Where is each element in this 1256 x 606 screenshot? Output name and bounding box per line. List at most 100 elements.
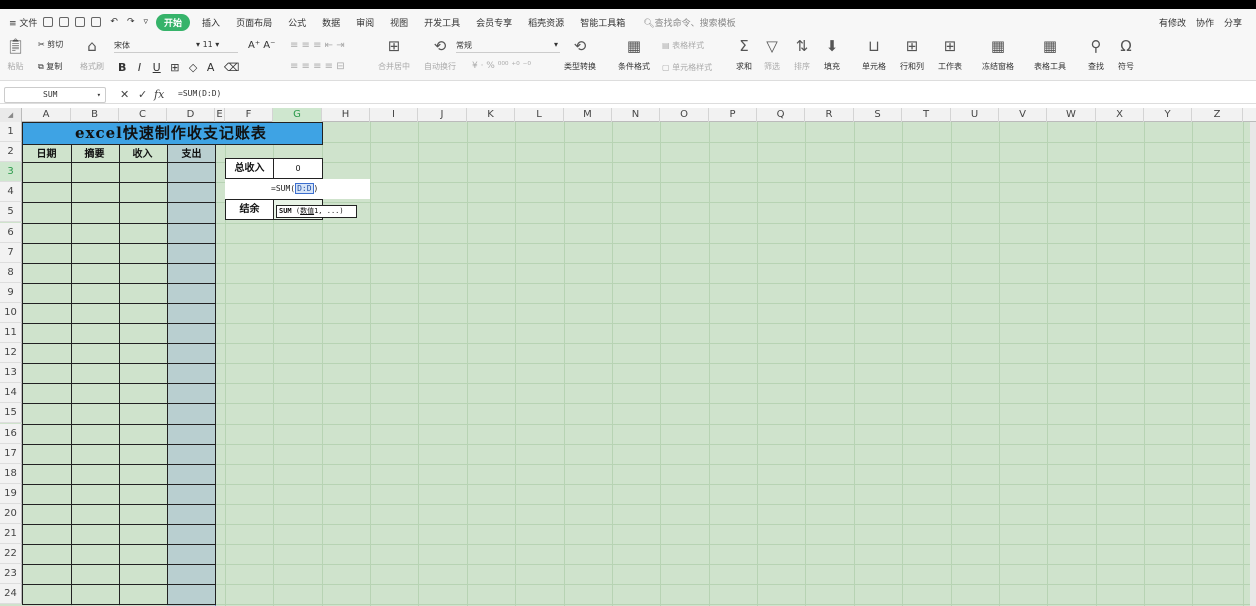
row-header-11[interactable]: 11 bbox=[0, 323, 22, 344]
column-header-q[interactable]: Q bbox=[757, 108, 805, 122]
column-header-v[interactable]: V bbox=[999, 108, 1047, 122]
freeze-panes-button[interactable]: ▦ 冻结窗格 bbox=[982, 38, 1014, 72]
confirm-icon[interactable]: ✓ bbox=[138, 88, 147, 101]
worksheet-button[interactable]: ⊞ 工作表 bbox=[938, 38, 962, 72]
bold-icon[interactable]: B bbox=[118, 61, 126, 74]
row-header-7[interactable]: 7 bbox=[0, 242, 22, 263]
row-header-4[interactable]: 4 bbox=[0, 182, 22, 203]
cell-button[interactable]: ⊔ 单元格 bbox=[862, 38, 886, 72]
align-bottom-group[interactable]: ≡ ≡ ≡ ≡ ⊟ bbox=[290, 61, 345, 72]
format-painter-button[interactable]: ⌂ 格式刷 bbox=[80, 38, 104, 72]
column-header-n[interactable]: N bbox=[612, 108, 660, 122]
row-col-button[interactable]: ⊞ 行和列 bbox=[900, 38, 924, 72]
number-format-select[interactable]: 常规 ▾ bbox=[456, 40, 560, 53]
sheet-grid[interactable]: excel快速制作收支记账表 日期 摘要 收入 支出 总收入 0 结余 =SUM… bbox=[0, 108, 1256, 606]
in-cell-formula-editor[interactable]: =SUM(D:D) bbox=[225, 179, 370, 199]
column-header-a[interactable]: A bbox=[22, 108, 71, 122]
share-button[interactable]: 分享 bbox=[1224, 16, 1242, 29]
border-icon[interactable]: ⊞ bbox=[170, 61, 179, 74]
column-header-i[interactable]: I bbox=[370, 108, 418, 122]
row-header-3[interactable]: 3 bbox=[0, 162, 22, 183]
tab-member[interactable]: 会员专享 bbox=[476, 16, 512, 29]
sort-button[interactable]: ⇅ 排序 bbox=[794, 38, 810, 72]
row-header-1[interactable]: 1 bbox=[0, 122, 22, 143]
row-header-9[interactable]: 9 bbox=[0, 282, 22, 303]
column-header-z[interactable]: Z bbox=[1192, 108, 1243, 122]
column-header-e[interactable]: E bbox=[215, 108, 225, 122]
row-header-23[interactable]: 23 bbox=[0, 564, 22, 585]
symbol-button[interactable]: Ω 符号 bbox=[1118, 38, 1134, 72]
undo-icon[interactable]: ↶ bbox=[110, 17, 118, 27]
header-expense[interactable]: 支出 bbox=[168, 145, 215, 165]
column-header-w[interactable]: W bbox=[1047, 108, 1096, 122]
print-icon[interactable] bbox=[75, 17, 86, 27]
paste-button[interactable]: 📋︎ 粘贴 bbox=[6, 38, 25, 72]
name-box[interactable]: SUM ▾ bbox=[4, 87, 106, 103]
column-header-u[interactable]: U bbox=[951, 108, 999, 122]
italic-icon[interactable]: I bbox=[138, 61, 141, 74]
redo-icon[interactable]: ↷ bbox=[127, 17, 135, 27]
tab-docer[interactable]: 稻壳资源 bbox=[528, 16, 564, 29]
fill-color-icon[interactable]: ◇ bbox=[189, 61, 197, 74]
clear-icon[interactable]: ⌫ bbox=[224, 61, 240, 74]
merge-center-button[interactable]: ⊞ 合并居中 bbox=[378, 38, 410, 72]
total-income-value[interactable]: 0 bbox=[273, 158, 323, 179]
column-header-t[interactable]: T bbox=[902, 108, 951, 122]
tab-developer[interactable]: 开发工具 bbox=[424, 16, 460, 29]
font-name-select[interactable]: 宋体 ▾ 11 ▾ bbox=[114, 40, 238, 53]
row-header-6[interactable]: 6 bbox=[0, 222, 22, 243]
insert-function-icon[interactable]: fx bbox=[154, 88, 164, 101]
row-header-15[interactable]: 15 bbox=[0, 403, 22, 424]
header-summary[interactable]: 摘要 bbox=[71, 145, 118, 165]
tab-home[interactable]: 开始 bbox=[156, 13, 191, 31]
column-header-g[interactable]: G bbox=[273, 108, 322, 122]
underline-icon[interactable]: U bbox=[153, 61, 161, 74]
tab-page-layout[interactable]: 页面布局 bbox=[236, 16, 272, 29]
cut-button[interactable]: ✂ 剪切 bbox=[38, 39, 63, 50]
column-header-f[interactable]: F bbox=[225, 108, 273, 122]
column-header-c[interactable]: C bbox=[119, 108, 167, 122]
column-header-o[interactable]: O bbox=[660, 108, 709, 122]
tab-formulas[interactable]: 公式 bbox=[288, 16, 306, 29]
column-header-k[interactable]: K bbox=[467, 108, 515, 122]
align-top-group[interactable]: ≡ ≡ ≡ ⇤ ⇥ bbox=[290, 40, 345, 51]
formula-input[interactable]: =SUM(D:D) bbox=[178, 89, 221, 98]
vertical-scrollbar[interactable] bbox=[1250, 122, 1256, 606]
copy-button[interactable]: ⧉ 复制 bbox=[38, 61, 62, 72]
cell-style-button[interactable]: ▢ 单元格样式 bbox=[662, 62, 712, 73]
column-header-x[interactable]: X bbox=[1096, 108, 1144, 122]
row-header-17[interactable]: 17 bbox=[0, 443, 22, 464]
tab-insert[interactable]: 插入 bbox=[202, 16, 220, 29]
column-header-h[interactable]: H bbox=[322, 108, 370, 122]
row-header-8[interactable]: 8 bbox=[0, 262, 22, 283]
header-income[interactable]: 收入 bbox=[119, 145, 166, 165]
column-header-y[interactable]: Y bbox=[1144, 108, 1192, 122]
column-header-p[interactable]: P bbox=[709, 108, 757, 122]
sheet-title[interactable]: excel快速制作收支记账表 bbox=[22, 122, 323, 145]
tab-view[interactable]: 视图 bbox=[390, 16, 408, 29]
row-header-2[interactable]: 2 bbox=[0, 142, 22, 163]
row-header-10[interactable]: 10 bbox=[0, 302, 22, 323]
quick-access-dropdown-icon[interactable]: ▿ bbox=[144, 17, 149, 27]
column-header-j[interactable]: J bbox=[418, 108, 467, 122]
table-tools-button[interactable]: ▦ 表格工具 bbox=[1034, 38, 1066, 72]
function-tooltip[interactable]: SUM (数值1, ...) bbox=[276, 205, 357, 218]
column-header-b[interactable]: B bbox=[71, 108, 119, 122]
fill-button[interactable]: ⬇ 填充 bbox=[824, 38, 840, 72]
column-header-r[interactable]: R bbox=[805, 108, 854, 122]
total-income-label[interactable]: 总收入 bbox=[225, 158, 274, 179]
column-header-s[interactable]: S bbox=[854, 108, 902, 122]
grow-font-icon[interactable]: A⁺ A⁻ bbox=[248, 40, 275, 51]
balance-label[interactable]: 结余 bbox=[225, 199, 274, 220]
type-convert-button[interactable]: ⟲ 类型转换 bbox=[564, 38, 596, 72]
row-header-22[interactable]: 22 bbox=[0, 544, 22, 565]
filter-button[interactable]: ▽ 筛选 bbox=[764, 38, 780, 72]
row-header-16[interactable]: 16 bbox=[0, 423, 22, 444]
save-icon[interactable] bbox=[43, 17, 54, 27]
cancel-icon[interactable]: ✕ bbox=[120, 88, 129, 101]
row-header-21[interactable]: 21 bbox=[0, 524, 22, 545]
row-header-12[interactable]: 12 bbox=[0, 343, 22, 364]
number-format-icons[interactable]: ¥ · % ⁰⁰⁰ ⁺⁰ ⁻⁰ bbox=[472, 61, 531, 71]
font-size-select[interactable]: ▾ 11 ▾ bbox=[196, 40, 219, 49]
row-header-14[interactable]: 14 bbox=[0, 383, 22, 404]
